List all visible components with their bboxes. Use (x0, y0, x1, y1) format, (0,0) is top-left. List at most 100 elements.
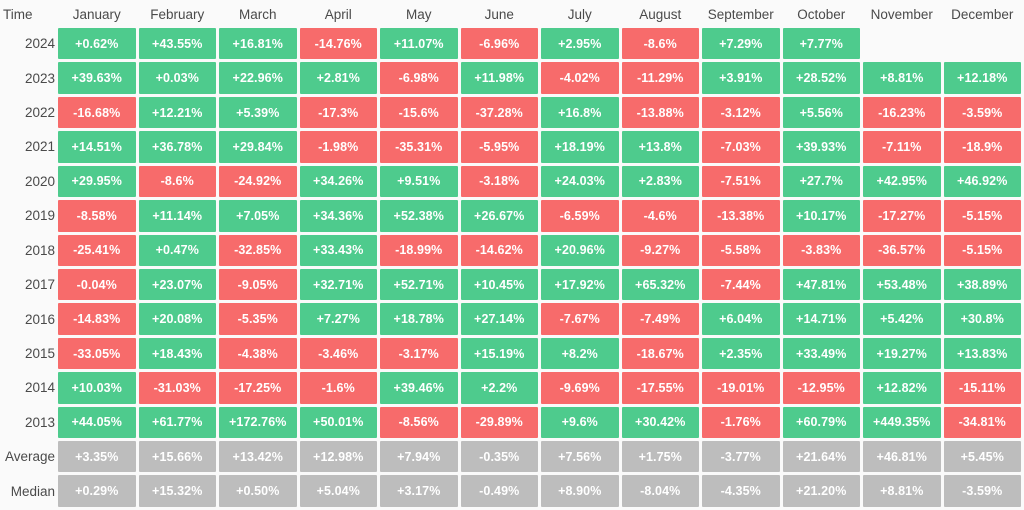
heatmap-cell[interactable]: -3.59% (943, 475, 1021, 507)
heatmap-cell[interactable]: +10.03% (58, 372, 136, 404)
heatmap-cell[interactable]: +15.32% (138, 475, 216, 507)
heatmap-cell[interactable]: +46.81% (863, 441, 941, 473)
heatmap-cell[interactable]: +18.19% (541, 131, 619, 163)
heatmap-cell[interactable]: -17.25% (219, 372, 297, 404)
heatmap-cell[interactable]: +13.8% (621, 131, 699, 163)
heatmap-cell[interactable]: +449.35% (863, 406, 941, 439)
heatmap-cell[interactable]: +61.77% (138, 406, 216, 439)
heatmap-cell[interactable]: +7.29% (702, 28, 780, 60)
heatmap-cell[interactable]: -29.89% (460, 406, 538, 439)
heatmap-cell[interactable]: -9.69% (541, 372, 619, 404)
heatmap-cell[interactable]: +19.27% (863, 337, 941, 370)
heatmap-cell[interactable]: +27.7% (782, 165, 860, 198)
heatmap-cell[interactable]: +34.36% (299, 200, 377, 232)
heatmap-cell[interactable]: -3.77% (702, 441, 780, 473)
heatmap-cell[interactable]: +8.81% (863, 62, 941, 94)
heatmap-cell[interactable]: -5.35% (219, 303, 297, 335)
heatmap-cell[interactable]: +0.62% (58, 28, 136, 60)
heatmap-cell[interactable]: +12.98% (299, 441, 377, 473)
heatmap-cell[interactable]: +28.52% (782, 62, 860, 94)
heatmap-cell[interactable]: +53.48% (863, 268, 941, 301)
heatmap-cell[interactable]: +11.14% (138, 200, 216, 232)
heatmap-cell[interactable]: +30.42% (621, 406, 699, 439)
heatmap-cell[interactable]: -14.83% (58, 303, 136, 335)
heatmap-cell[interactable]: -33.05% (58, 337, 136, 370)
heatmap-cell[interactable]: -7.11% (863, 131, 941, 163)
heatmap-cell[interactable]: +30.8% (943, 303, 1021, 335)
heatmap-cell[interactable]: +8.81% (863, 475, 941, 507)
heatmap-cell[interactable]: +0.47% (138, 234, 216, 266)
heatmap-cell[interactable]: +7.56% (541, 441, 619, 473)
heatmap-cell[interactable]: +21.64% (782, 441, 860, 473)
heatmap-cell[interactable]: +9.51% (380, 165, 458, 198)
heatmap-cell[interactable]: +20.08% (138, 303, 216, 335)
heatmap-cell[interactable]: +44.05% (58, 406, 136, 439)
heatmap-cell[interactable]: +42.95% (863, 165, 941, 198)
heatmap-cell[interactable]: -13.38% (702, 200, 780, 232)
heatmap-cell[interactable]: +2.95% (541, 28, 619, 60)
heatmap-cell[interactable]: -5.15% (943, 200, 1021, 232)
heatmap-cell[interactable]: +7.94% (380, 441, 458, 473)
heatmap-cell[interactable]: +7.27% (299, 303, 377, 335)
heatmap-cell[interactable]: +2.83% (621, 165, 699, 198)
heatmap-cell[interactable]: +2.35% (702, 337, 780, 370)
heatmap-cell[interactable]: +47.81% (782, 268, 860, 301)
heatmap-cell[interactable]: +14.71% (782, 303, 860, 335)
heatmap-cell[interactable]: +0.03% (138, 62, 216, 94)
heatmap-cell[interactable]: +33.43% (299, 234, 377, 266)
heatmap-cell[interactable]: +7.05% (219, 200, 297, 232)
heatmap-cell[interactable]: -4.02% (541, 62, 619, 94)
heatmap-cell[interactable]: +5.39% (219, 96, 297, 129)
heatmap-cell[interactable]: -16.23% (863, 96, 941, 129)
heatmap-cell[interactable]: +10.17% (782, 200, 860, 232)
heatmap-cell[interactable]: +14.51% (58, 131, 136, 163)
heatmap-cell[interactable]: -32.85% (219, 234, 297, 266)
heatmap-cell[interactable]: +0.50% (219, 475, 297, 507)
heatmap-cell[interactable]: -17.27% (863, 200, 941, 232)
heatmap-cell[interactable]: -3.83% (782, 234, 860, 266)
heatmap-cell[interactable]: +5.45% (943, 441, 1021, 473)
heatmap-cell[interactable]: -0.04% (58, 268, 136, 301)
heatmap-cell[interactable]: +5.42% (863, 303, 941, 335)
heatmap-cell[interactable] (944, 28, 1022, 59)
heatmap-cell[interactable]: +11.07% (380, 28, 458, 60)
heatmap-cell[interactable]: +9.6% (541, 406, 619, 439)
heatmap-cell[interactable]: +12.82% (863, 372, 941, 404)
heatmap-cell[interactable]: -18.99% (380, 234, 458, 266)
heatmap-cell[interactable]: -1.76% (702, 406, 780, 439)
heatmap-cell[interactable]: -3.18% (460, 165, 538, 198)
heatmap-cell[interactable]: -5.15% (943, 234, 1021, 266)
heatmap-cell[interactable]: +16.81% (219, 28, 297, 60)
heatmap-cell[interactable]: +7.77% (782, 28, 860, 60)
heatmap-cell[interactable]: +23.07% (138, 268, 216, 301)
heatmap-cell[interactable]: +29.95% (58, 165, 136, 198)
heatmap-cell[interactable]: +16.8% (541, 96, 619, 129)
heatmap-cell[interactable]: -7.67% (541, 303, 619, 335)
heatmap-cell[interactable]: +18.43% (138, 337, 216, 370)
heatmap-cell[interactable]: -3.17% (380, 337, 458, 370)
heatmap-cell[interactable]: +12.21% (138, 96, 216, 129)
heatmap-cell[interactable]: -11.29% (621, 62, 699, 94)
heatmap-cell[interactable]: -8.6% (621, 28, 699, 60)
heatmap-cell[interactable]: +39.63% (58, 62, 136, 94)
heatmap-cell[interactable]: -18.67% (621, 337, 699, 370)
heatmap-cell[interactable]: +33.49% (782, 337, 860, 370)
heatmap-cell[interactable]: +52.38% (380, 200, 458, 232)
heatmap-cell[interactable]: +15.19% (460, 337, 538, 370)
heatmap-cell[interactable]: +18.78% (380, 303, 458, 335)
heatmap-cell[interactable]: +13.42% (219, 441, 297, 473)
heatmap-cell[interactable]: -15.6% (380, 96, 458, 129)
heatmap-cell[interactable]: +38.89% (943, 268, 1021, 301)
heatmap-cell[interactable]: +17.92% (541, 268, 619, 301)
heatmap-cell[interactable]: -24.92% (219, 165, 297, 198)
heatmap-cell[interactable] (863, 28, 941, 59)
heatmap-cell[interactable]: +32.71% (299, 268, 377, 301)
heatmap-cell[interactable]: +39.46% (380, 372, 458, 404)
heatmap-cell[interactable]: -5.95% (460, 131, 538, 163)
heatmap-cell[interactable]: +26.67% (460, 200, 538, 232)
heatmap-cell[interactable]: -9.27% (621, 234, 699, 266)
heatmap-cell[interactable]: -18.9% (943, 131, 1021, 163)
heatmap-cell[interactable]: -6.96% (460, 28, 538, 60)
heatmap-cell[interactable]: -3.12% (702, 96, 780, 129)
heatmap-cell[interactable]: +36.78% (138, 131, 216, 163)
